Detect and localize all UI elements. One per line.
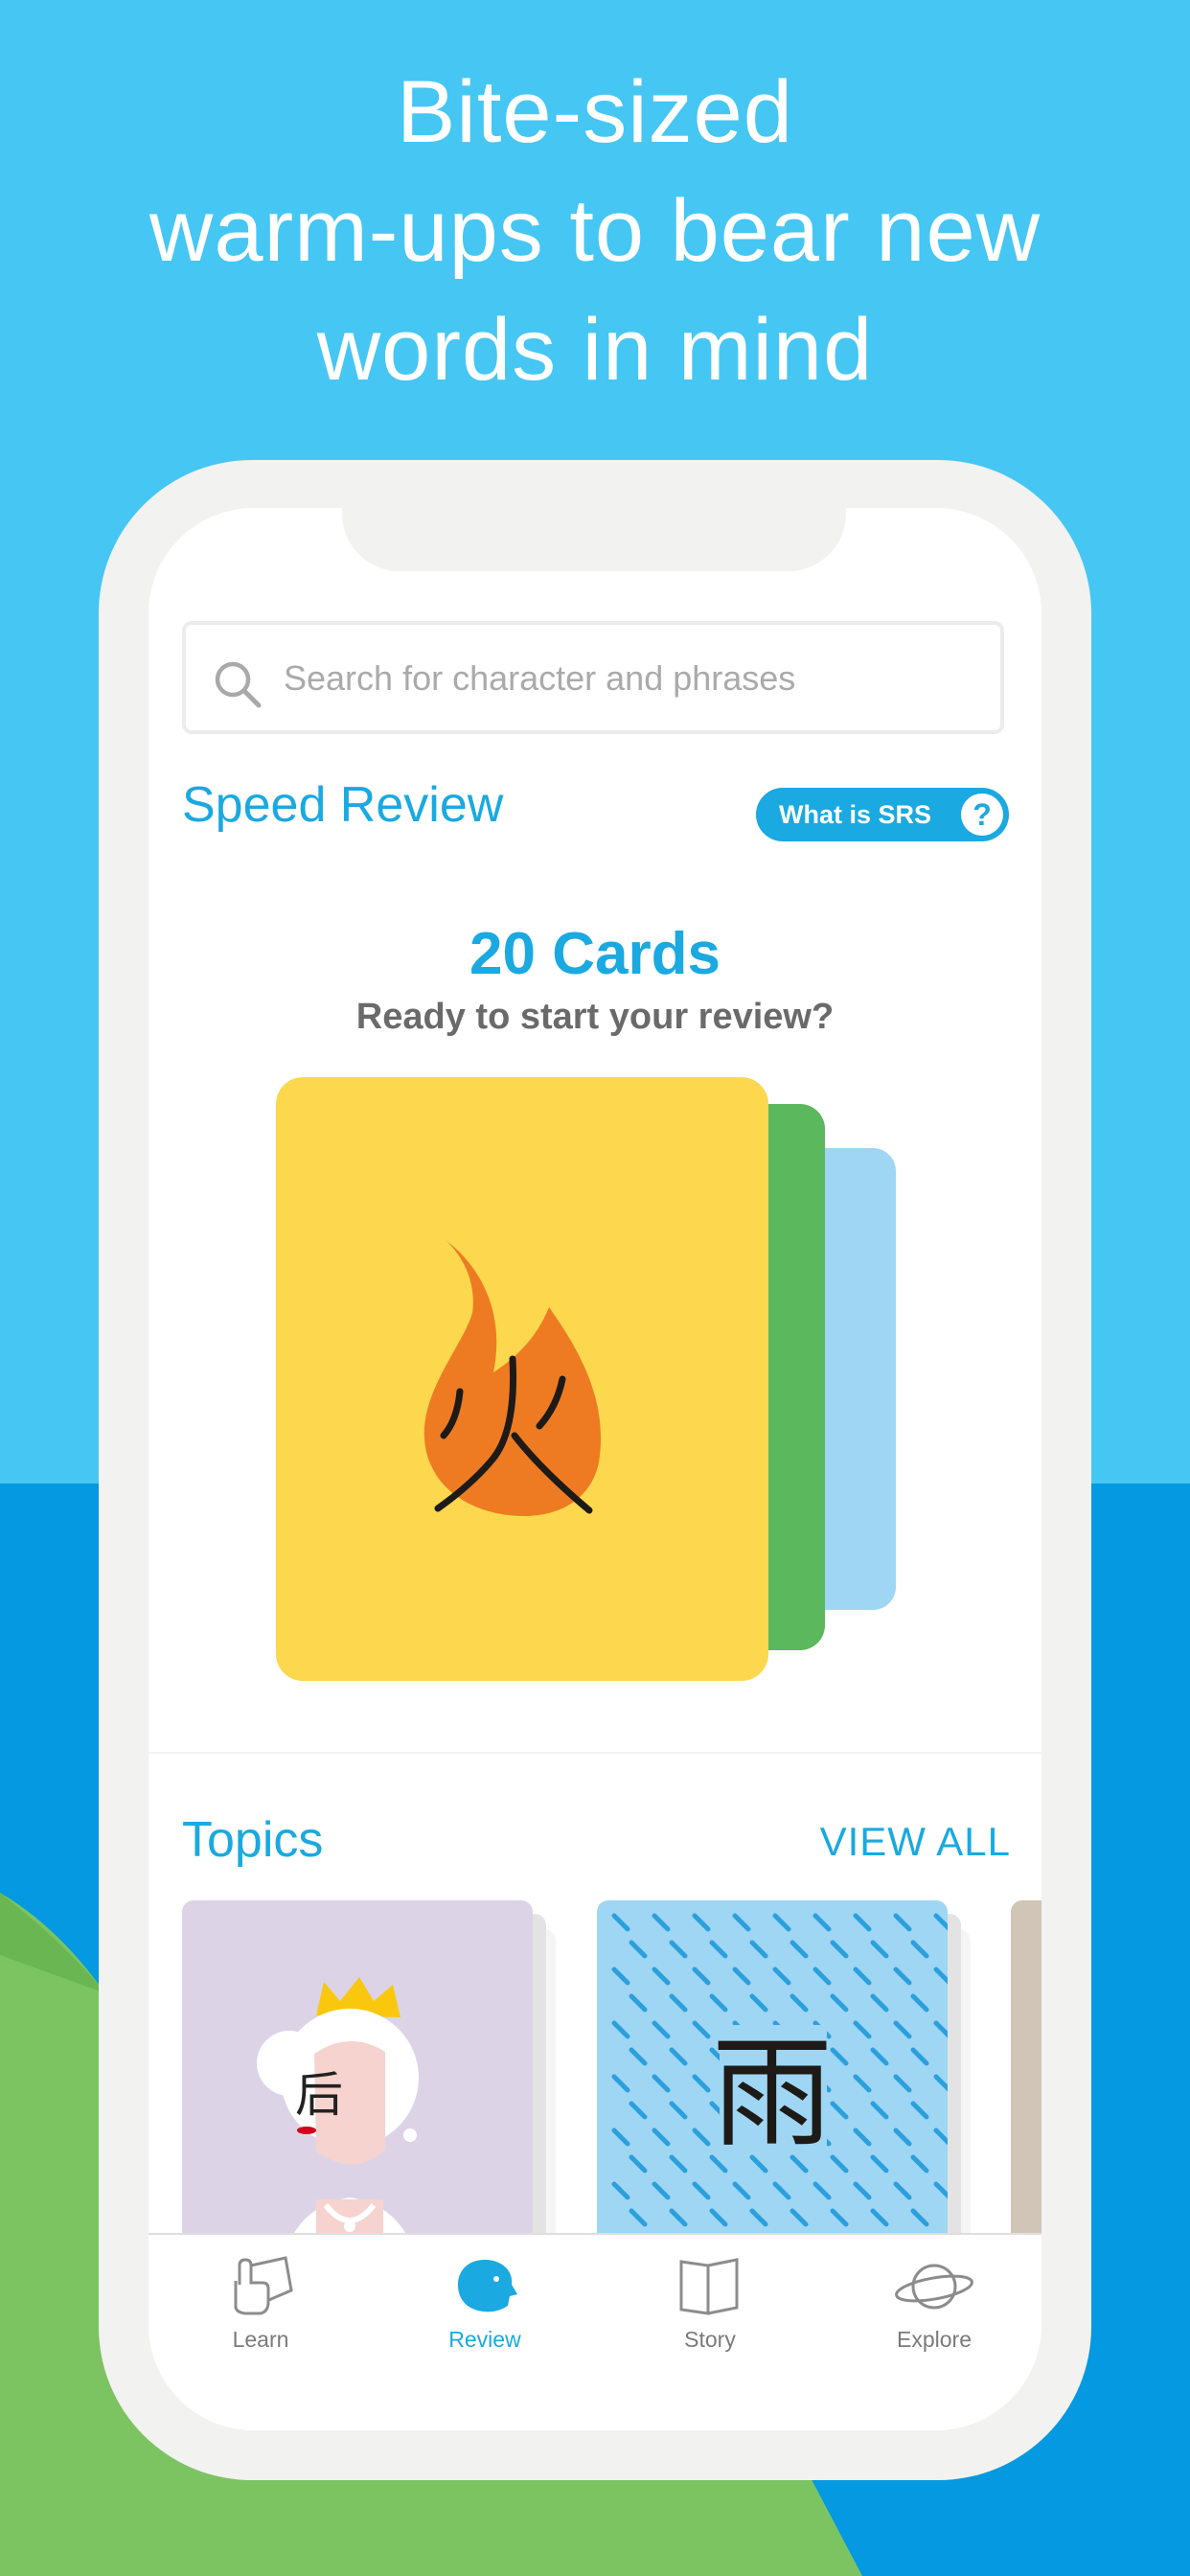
topics-title: Topics <box>182 1812 324 1868</box>
help-icon: ? <box>961 794 1003 836</box>
rain-icon: 雨 <box>611 1913 948 2281</box>
phone-screen: Speed Review What is SRS ? 20 Cards Read… <box>149 508 1041 2430</box>
promo-headline: Bite-sized warm-ups to bear new words in… <box>0 53 1190 409</box>
search-input[interactable] <box>282 625 975 732</box>
review-prompt: Ready to start your review? <box>355 997 835 1037</box>
tab-label: Learn <box>232 2327 289 2352</box>
topic-card-face: 雨 <box>597 1900 948 2284</box>
topic-character: 雨 <box>712 2023 833 2164</box>
topic-card-face: 后 <box>182 1900 533 2284</box>
speed-review-title: Speed Review <box>182 777 504 833</box>
headline-line-3: words in mind <box>316 301 874 399</box>
topic-card-partial[interactable] <box>1011 1900 1041 2284</box>
review-card-count: 20 Cards <box>469 921 721 987</box>
queen-icon: 后 <box>257 1977 422 2284</box>
tab-label: Review <box>448 2327 521 2352</box>
section-divider <box>149 1752 1041 1754</box>
phone-notch <box>342 508 846 571</box>
tab-explore[interactable]: Explore <box>848 2252 1020 2358</box>
search-bar[interactable] <box>182 621 1004 734</box>
tab-review[interactable]: Review <box>399 2252 571 2358</box>
bottom-tab-bar: Learn Review Story Explore <box>149 2233 1041 2430</box>
tab-learn[interactable]: Learn <box>174 2252 347 2358</box>
review-card-front[interactable]: 火 <box>276 1077 768 1681</box>
tab-label: Story <box>684 2327 736 2352</box>
topic-character: 后 <box>295 2067 343 2123</box>
topic-card-rain[interactable]: 雨 <box>597 1900 980 2293</box>
view-all-link[interactable]: VIEW ALL <box>820 1819 1011 1865</box>
headline-line-1: Bite-sized <box>397 63 793 161</box>
tab-story[interactable]: Story <box>624 2252 796 2358</box>
headline-line-2: warm-ups to bear new <box>149 182 1041 280</box>
topic-card-queen[interactable]: 后 <box>182 1900 565 2293</box>
what-is-srs-button[interactable]: What is SRS ? <box>756 788 1009 841</box>
planet-icon <box>895 2264 973 2310</box>
search-icon <box>215 661 262 708</box>
hand-card-icon <box>234 2256 293 2315</box>
book-icon <box>679 2258 739 2315</box>
fire-character-icon: 火 <box>423 1240 602 1516</box>
what-is-srs-label: What is SRS <box>779 800 932 829</box>
tab-label: Explore <box>897 2327 972 2352</box>
head-icon <box>458 2260 517 2312</box>
